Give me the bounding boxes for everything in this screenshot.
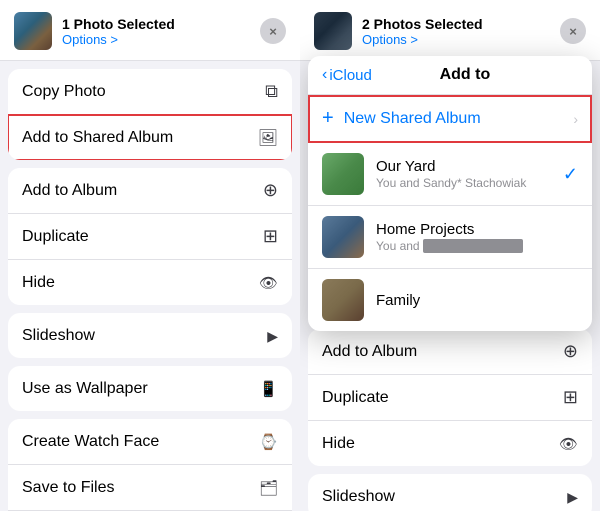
hide-item[interactable]: Hide: [8, 260, 292, 305]
home-projects-name: Home Projects: [376, 221, 578, 238]
watchface-icon: [259, 431, 278, 452]
new-shared-album-label: New Shared Album: [344, 110, 574, 128]
left-panel-header: 1 Photo Selected Options > ×: [0, 0, 300, 61]
hide-icon: [259, 272, 278, 293]
wallpaper-label: Use as Wallpaper: [22, 380, 148, 398]
right-thumb-image: [314, 12, 352, 50]
our-yard-info: Our Yard You and Sandy* Stachowiak: [376, 158, 563, 190]
dropdown-title: Add to: [372, 66, 578, 84]
files-icon: [259, 477, 278, 498]
right-header-info: 2 Photos Selected Options >: [362, 16, 550, 47]
left-close-button[interactable]: ×: [260, 18, 286, 44]
copy-icon: [265, 81, 278, 102]
family-info: Family: [376, 292, 578, 309]
right-menu-list: Add to Album Duplicate Hide Slideshow Cr…: [300, 321, 600, 511]
back-chevron-icon: ‹: [322, 66, 327, 84]
duplicate-label: Duplicate: [22, 228, 89, 246]
dropdown-nav-bar: ‹ iCloud Add to: [308, 56, 592, 95]
copy-photo-item[interactable]: Copy Photo: [8, 69, 292, 115]
album-home-projects[interactable]: Home Projects You and ••••••••@gmail.com: [308, 206, 592, 269]
watch-face-label: Create Watch Face: [22, 433, 159, 451]
slideshow-label: Slideshow: [22, 327, 95, 345]
right-section-2: Slideshow: [308, 474, 592, 511]
r-duplicate-label: Duplicate: [322, 389, 389, 407]
dropdown-back-label: iCloud: [329, 67, 372, 84]
right-panel-header: 2 Photos Selected Options > ×: [300, 0, 600, 61]
our-yard-thumb: [322, 153, 364, 195]
new-shared-album-item[interactable]: + New Shared Album ›: [308, 95, 592, 143]
r-add-to-album-item[interactable]: Add to Album: [308, 329, 592, 375]
add-album-icon: [263, 180, 278, 201]
r-duplicate-icon: [563, 387, 578, 408]
right-section-1: Add to Album Duplicate Hide: [308, 329, 592, 466]
home-projects-subtitle: You and ••••••••@gmail.com: [376, 239, 578, 253]
r-add-to-album-label: Add to Album: [322, 343, 417, 361]
wallpaper-item[interactable]: Use as Wallpaper: [8, 366, 292, 411]
our-yard-subtitle: You and Sandy* Stachowiak: [376, 176, 563, 190]
slideshow-icon: [267, 325, 278, 346]
copy-photo-label: Copy Photo: [22, 83, 106, 101]
left-section-5: Create Watch Face Save to Files Assign t…: [8, 419, 292, 511]
save-to-files-item[interactable]: Save to Files: [8, 465, 292, 511]
r-hide-icon: [559, 433, 578, 454]
wallpaper-icon: [259, 378, 278, 399]
r-hide-item[interactable]: Hide: [308, 421, 592, 466]
r-hide-label: Hide: [322, 435, 355, 453]
add-to-album-label: Add to Album: [22, 182, 117, 200]
shared-album-dropdown: ‹ iCloud Add to + New Shared Album › Our…: [308, 56, 592, 331]
add-to-shared-album-label: Add to Shared Album: [22, 129, 173, 147]
album-our-yard[interactable]: Our Yard You and Sandy* Stachowiak ✓: [308, 143, 592, 206]
left-section-2: Add to Album Duplicate Hide: [8, 168, 292, 305]
left-thumb-image: [14, 12, 52, 50]
duplicate-item[interactable]: Duplicate: [8, 214, 292, 260]
family-thumb: [322, 279, 364, 321]
right-panel-options[interactable]: Options >: [362, 32, 550, 47]
our-yard-name: Our Yard: [376, 158, 563, 175]
left-thumb: [14, 12, 52, 50]
slideshow-item[interactable]: Slideshow: [8, 313, 292, 358]
save-to-files-label: Save to Files: [22, 479, 114, 497]
left-panel-title: 1 Photo Selected: [62, 16, 250, 32]
r-slideshow-icon: [567, 486, 578, 507]
family-name: Family: [376, 292, 578, 309]
right-panel-title: 2 Photos Selected: [362, 16, 550, 32]
left-menu-list: Copy Photo Add to Shared Album Add to Al…: [0, 61, 300, 511]
left-panel-options[interactable]: Options >: [62, 32, 250, 47]
right-thumb: [314, 12, 352, 50]
watch-face-item[interactable]: Create Watch Face: [8, 419, 292, 465]
r-slideshow-item[interactable]: Slideshow: [308, 474, 592, 511]
hide-label: Hide: [22, 274, 55, 292]
home-projects-info: Home Projects You and ••••••••@gmail.com: [376, 221, 578, 253]
left-section-1: Copy Photo Add to Shared Album: [8, 69, 292, 160]
r-slideshow-label: Slideshow: [322, 488, 395, 506]
add-to-album-item[interactable]: Add to Album: [8, 168, 292, 214]
album-family[interactable]: Family: [308, 269, 592, 331]
dropdown-back-button[interactable]: ‹ iCloud: [322, 66, 372, 84]
our-yard-checkmark: ✓: [563, 164, 578, 185]
r-add-album-icon: [563, 341, 578, 362]
masked-email: ••••••••@gmail.com: [423, 239, 523, 253]
new-album-chevron-icon: ›: [573, 111, 578, 127]
r-duplicate-item[interactable]: Duplicate: [308, 375, 592, 421]
add-to-shared-album-item[interactable]: Add to Shared Album: [8, 115, 292, 160]
shared-album-icon: [258, 127, 278, 148]
home-projects-thumb: [322, 216, 364, 258]
left-section-3: Slideshow: [8, 313, 292, 358]
plus-icon: +: [322, 107, 334, 130]
right-close-button[interactable]: ×: [560, 18, 586, 44]
left-header-info: 1 Photo Selected Options >: [62, 16, 250, 47]
duplicate-icon: [263, 226, 278, 247]
right-panel: 2 Photos Selected Options > × ‹ iCloud A…: [300, 0, 600, 511]
left-section-4: Use as Wallpaper: [8, 366, 292, 411]
left-panel: 1 Photo Selected Options > × Copy Photo …: [0, 0, 300, 511]
